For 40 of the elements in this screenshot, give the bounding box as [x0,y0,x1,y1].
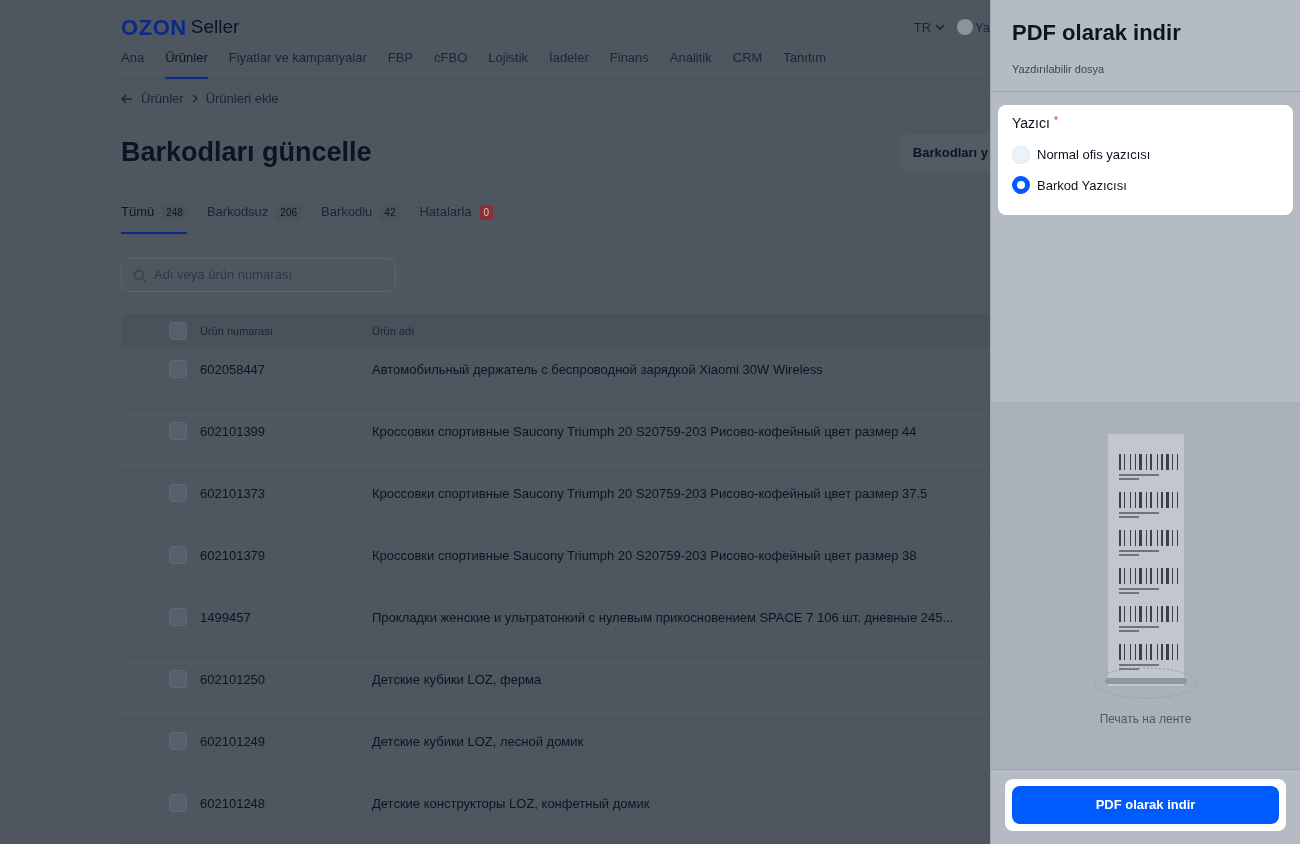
chevron-down-icon [935,24,946,31]
drawer-subtitle: Yazdırılabilir dosya [1012,62,1106,77]
count-badge: 248 [162,204,187,220]
avatar[interactable] [957,19,974,36]
table-cell-text: Кроссовки спортивные Saucony Triumph 20 S20759-203 Рисово-кофейный цвет размер 44 [372,423,917,441]
table-cell-text: 602101373 [200,485,267,503]
table-cell-text: Кроссовки спортивные Saucony Triumph 20 S20759-203 Рисово-кофейный цвет размер 38 [372,547,917,565]
table-cell-text: Детские конструкторы LOZ, конфетный домик [372,795,650,813]
count-badge: 0 [479,204,494,220]
count-badge: 42 [380,204,400,220]
logo[interactable]: OZON [121,10,187,44]
table-cell-text: 602101250 [200,671,267,689]
table-cell-text: Детские кубики LOZ, ферма [372,671,542,689]
logo-suffix: Seller [190,15,240,40]
table-cell-text: Прокладки женские и ультратонкий с нулевым прикосновением SPACE 7 106 шт. дневные 245... [372,609,954,627]
drawer-title: PDF olarak indir [1012,19,1182,47]
table-cell-text: Кроссовки спортивные Saucony Triumph 20 S20759-203 Рисово-кофейный цвет размер 37.5 [372,485,928,503]
update-barcodes-button[interactable]: Barkodları y [899,133,990,172]
radio-button[interactable] [1012,176,1030,195]
page-title: Barkodları güncelle [121,136,372,170]
filter-tab[interactable]: Tümü 248 [121,202,187,234]
radio-option[interactable]: Barkod Yazıcısı [1012,175,1279,195]
checkbox[interactable] [169,322,187,340]
table-cell-text: 602101379 [200,547,267,565]
printer-label: Yazıcı [1012,114,1050,133]
table-cell-text: Автомобильный держатель с беспроводной зарядкой Xiaomi 30W Wireless [372,361,823,379]
chevron-right-icon [191,94,198,103]
table-cell-text: 602058447 [200,361,267,379]
table-cell-text: 1499457 [200,609,252,627]
back-arrow-icon[interactable] [121,93,133,104]
nav-tab[interactable]: Ürünler [165,47,208,80]
table-cell-text: 602101248 [200,795,267,813]
table-cell-text: Детские кубики LOZ, лесной домик [372,733,584,751]
table-cell-text: 602101249 [200,733,267,751]
radio-option[interactable]: Normal ofis yazıcısı [1012,145,1279,165]
count-badge: 206 [276,204,302,220]
preview-caption: Печать на ленте [1099,711,1192,728]
table-cell-text: 602101399 [200,423,267,441]
download-pdf-button[interactable]: PDF olarak indir [1012,786,1279,824]
required-mark: * [1053,114,1058,128]
